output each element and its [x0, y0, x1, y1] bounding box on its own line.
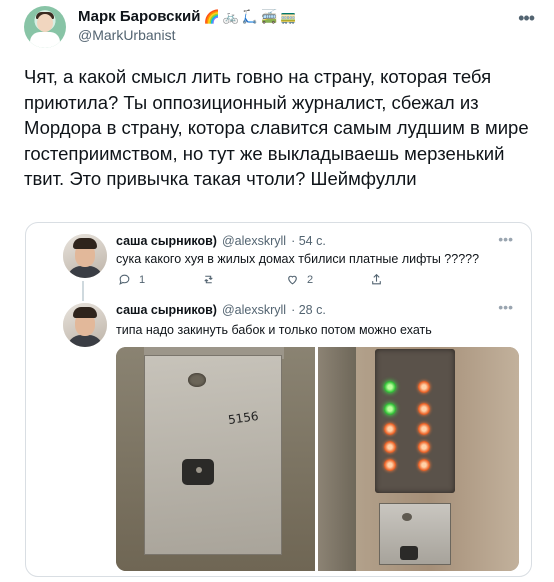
quoted-action-bar: 1 2: [118, 273, 454, 286]
elevator-button: [418, 423, 430, 435]
elevator-button: [418, 459, 430, 471]
more-horizontal-icon[interactable]: •••: [518, 8, 535, 29]
elevator-button: [418, 441, 430, 453]
elevator-button: [418, 381, 430, 393]
coin-slot-dot: [196, 467, 202, 473]
coin-slot: [400, 546, 418, 560]
author-name-row: Марк Баровский 🌈 🚲 🛴 🚎 🚃: [78, 8, 296, 25]
elevator-door: [318, 347, 356, 571]
avatar-hair: [73, 307, 97, 318]
avatar-hair: [73, 238, 97, 249]
coin-box-panel: [144, 355, 282, 555]
button-panel: [375, 349, 455, 493]
media-grid: 5156: [116, 347, 519, 571]
author-avatar[interactable]: [24, 6, 66, 48]
avatar-shirt: [30, 32, 60, 48]
quoted-timestamp[interactable]: · 28 с.: [291, 303, 326, 317]
share-button[interactable]: [370, 273, 454, 286]
quoted-avatar-1[interactable]: [63, 234, 107, 278]
photo-elevator-coin-slot[interactable]: 5156: [116, 347, 315, 571]
thread-divider: [82, 281, 84, 301]
panel-screw: [188, 373, 206, 387]
like-button[interactable]: 2: [286, 273, 370, 286]
retweet-button[interactable]: [202, 273, 286, 286]
more-horizontal-icon[interactable]: •••: [498, 299, 513, 315]
scooter-emoji: 🛴: [241, 9, 259, 24]
quoted-display-name[interactable]: саша сырников): [116, 303, 217, 317]
share-icon: [372, 273, 381, 285]
elevator-button: [418, 403, 430, 415]
quoted-avatar-2[interactable]: [63, 303, 107, 347]
reply-icon: [119, 274, 130, 285]
rainbow-emoji: 🌈: [203, 9, 220, 24]
elevator-button: [384, 459, 396, 471]
quoted-text-1: сука какого хуя в жилых домах тбилиси пл…: [116, 252, 480, 266]
more-horizontal-icon[interactable]: •••: [498, 231, 513, 247]
tram-car-emoji: 🚃: [280, 9, 297, 24]
quoted-timestamp[interactable]: · 54 с.: [291, 234, 326, 248]
reply-button[interactable]: 1: [118, 273, 202, 286]
quoted-name-row-1: саша сырников) @alexskryll · 54 с.: [116, 234, 326, 248]
panel-screw: [402, 513, 412, 521]
bicycle-emoji: 🚲: [222, 9, 239, 24]
reply-count: 1: [139, 273, 146, 286]
elevator-button: [384, 441, 396, 453]
trolleybus-emoji: 🚎: [261, 9, 278, 24]
avatar-face: [37, 14, 53, 32]
quoted-content-card[interactable]: саша сырников) @alexskryll · 54 с. ••• с…: [25, 222, 532, 577]
quoted-text-2: типа надо закинуть бабок и только потом …: [116, 323, 432, 337]
quoted-display-name[interactable]: саша сырников): [116, 234, 217, 248]
quoted-handle[interactable]: @alexskryll: [222, 234, 286, 248]
tweet-text: Чят, а какой смысл лить говно на страну,…: [24, 66, 529, 189]
elevator-button: [384, 423, 396, 435]
elevator-button: [384, 381, 396, 393]
tweet-header: Марк Баровский 🌈 🚲 🛴 🚎 🚃 @MarkUrbanist •…: [24, 6, 535, 48]
author-display-name[interactable]: Марк Баровский: [78, 8, 200, 25]
photo-elevator-buttons[interactable]: [318, 347, 519, 571]
author-handle[interactable]: @MarkUrbanist: [78, 27, 175, 43]
like-count: 2: [307, 273, 314, 286]
quoted-name-row-2: саша сырников) @alexskryll · 28 с.: [116, 303, 326, 317]
heart-icon: [288, 275, 297, 285]
retweet-icon: [204, 275, 213, 284]
elevator-button: [384, 403, 396, 415]
quoted-handle[interactable]: @alexskryll: [222, 303, 286, 317]
